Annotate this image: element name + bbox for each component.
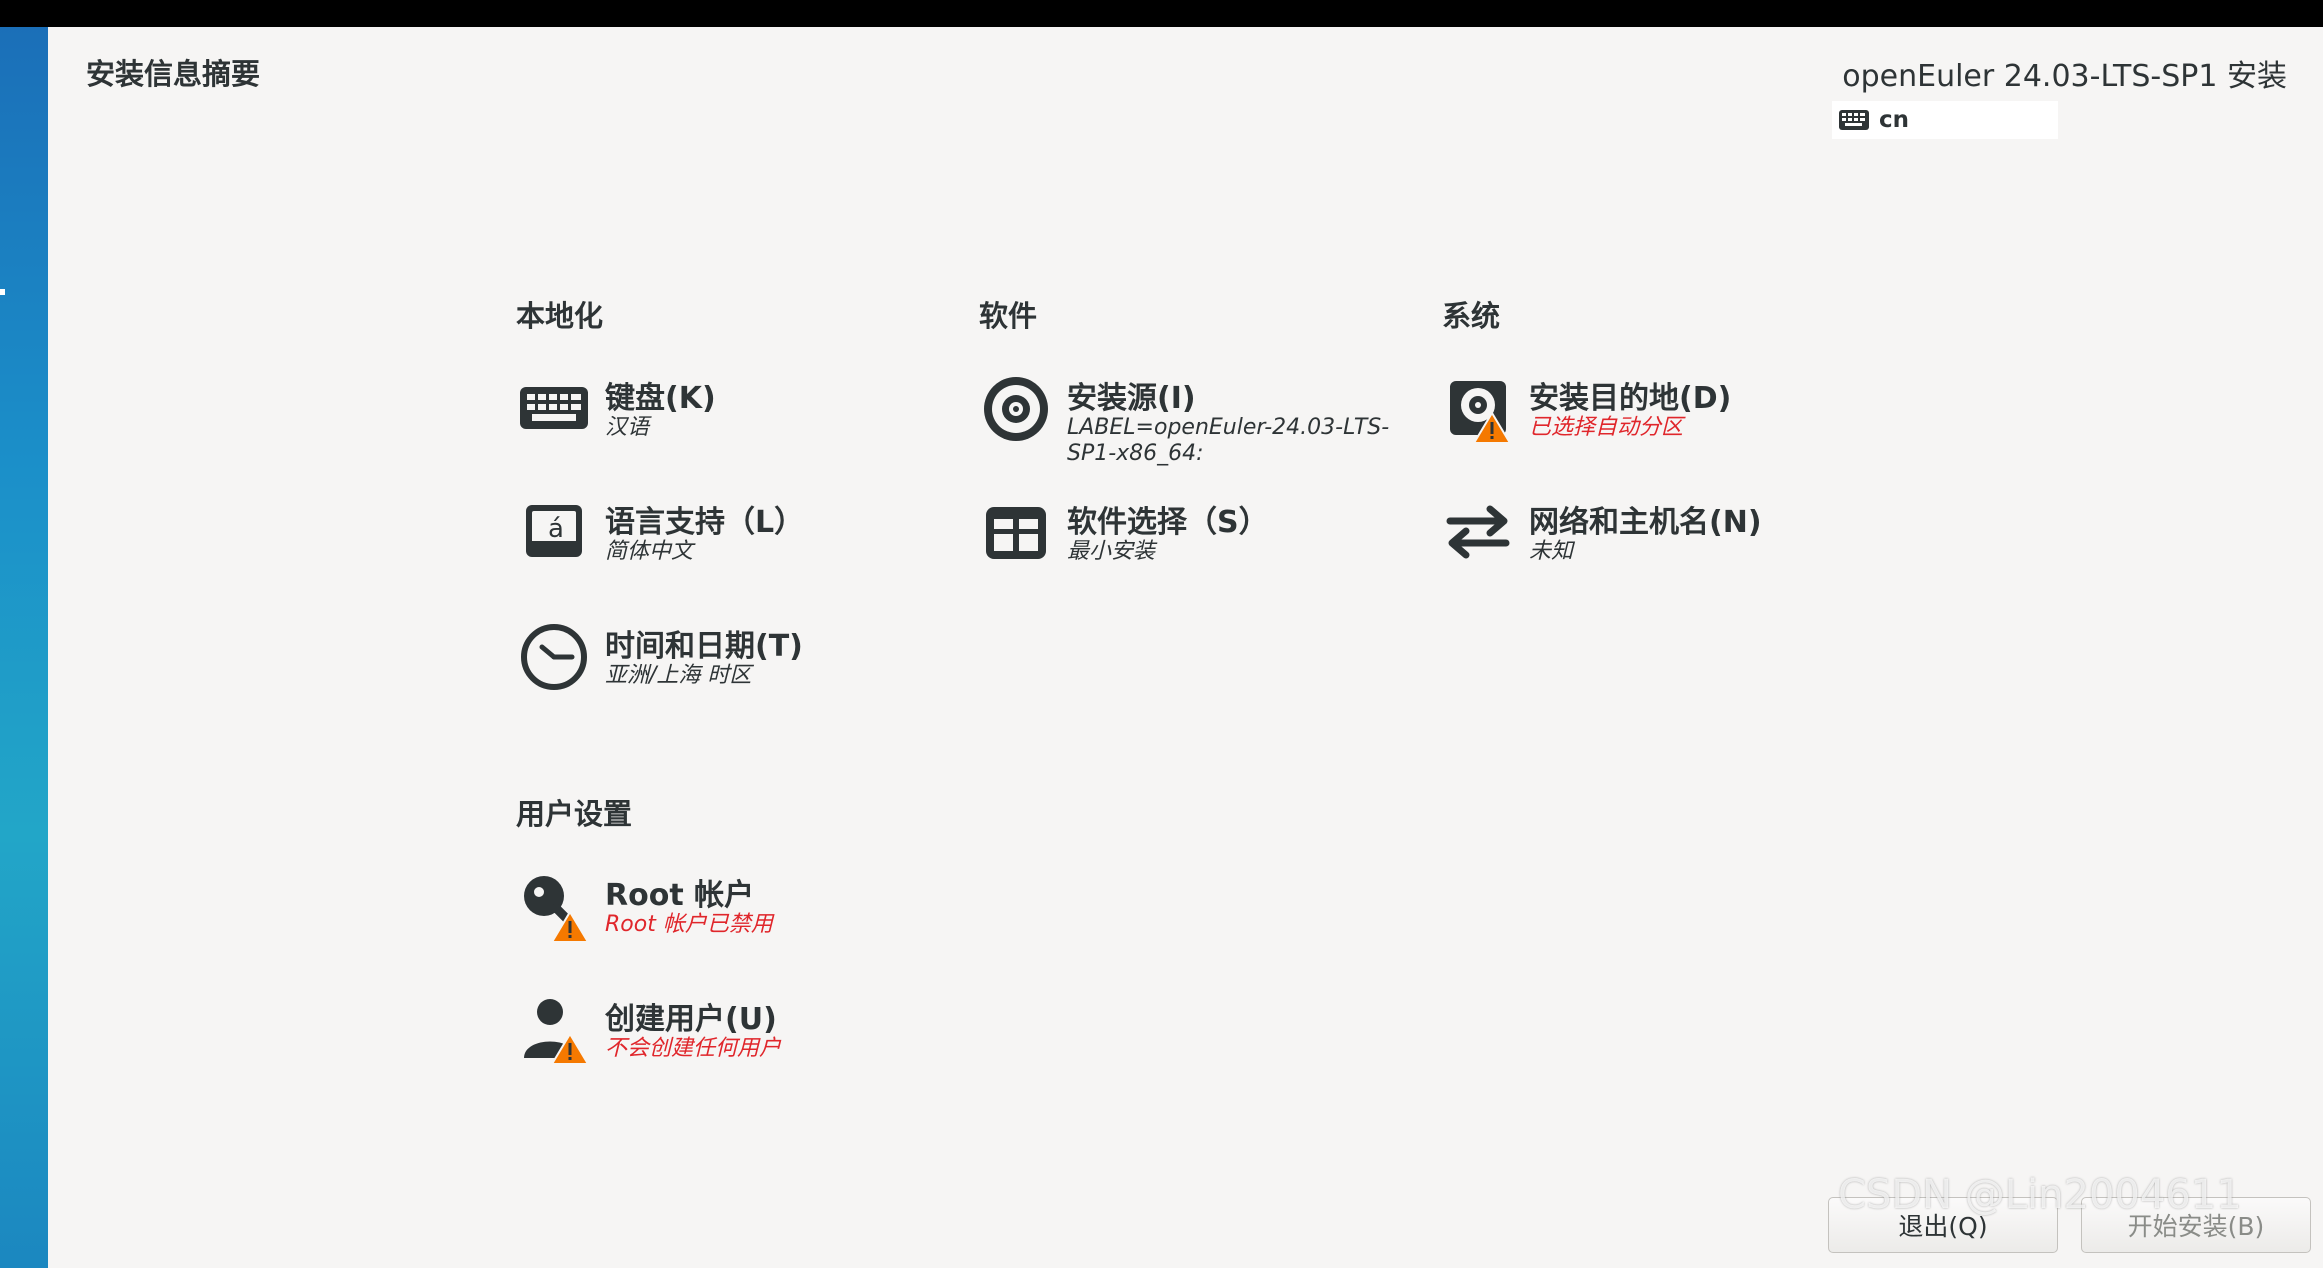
spoke-network-status: 未知 (1529, 539, 1574, 564)
spoke-selection-status: 最小安装 (1067, 539, 1156, 564)
spoke-create-user[interactable]: 创建用户(U) 不会创建任何用户 (514, 988, 914, 1084)
keyboard-icon (520, 387, 588, 429)
user-warning-icon (524, 999, 590, 1065)
spoke-root-status: Root 帐户已禁用 (605, 912, 773, 937)
installer-screen: 安装信息摘要 openEuler 24.03-LTS-SP1 安装 cn 本地化 (0, 0, 2323, 1268)
spoke-destination-title: 安装目的地(D) (1529, 381, 1732, 416)
spoke-time-date[interactable]: 时间和日期(T) 亚洲/上海 时区 (514, 615, 914, 711)
spoke-keyboard-title: 键盘(K) (605, 381, 716, 416)
disc-icon (984, 377, 1048, 441)
spoke-destination-status: 已选择自动分区 (1529, 415, 1684, 440)
page-title: 安装信息摘要 (86, 57, 261, 91)
harddisk-warning-icon (1450, 381, 1512, 444)
keyboard-layout-indicator[interactable]: cn (1832, 101, 2058, 139)
spoke-time-title: 时间和日期(T) (605, 629, 803, 664)
spoke-selection-title: 软件选择（S） (1067, 505, 1269, 540)
spoke-language-title: 语言支持（L） (605, 505, 805, 540)
spoke-network-title: 网络和主机名(N) (1529, 505, 1762, 540)
sidebar (0, 27, 48, 1268)
spoke-create-user-status: 不会创建任何用户 (605, 1036, 782, 1061)
section-software-title: 软件 (979, 299, 1038, 333)
spoke-installation-destination[interactable]: 安装目的地(D) 已选择自动分区 (1438, 367, 1858, 463)
spoke-time-status: 亚洲/上海 时区 (605, 663, 752, 688)
spoke-source-title: 安装源(I) (1067, 381, 1196, 416)
section-localization-title: 本地化 (516, 299, 604, 333)
section-system-title: 系统 (1442, 299, 1501, 333)
root-key-warning-icon (524, 876, 590, 943)
spoke-installation-source[interactable]: 安装源(I) LABEL=openEuler-24.03-LTS-SP1-x86… (976, 367, 1389, 466)
spoke-root-account[interactable]: Root 帐户 Root 帐户已禁用 (514, 864, 914, 960)
watermark: CSDN @Lin2004611 (1838, 1172, 2242, 1218)
clock-icon (521, 624, 587, 690)
package-icon (986, 507, 1046, 559)
spoke-software-selection[interactable]: 软件选择（S） 最小安装 (976, 491, 1376, 587)
spoke-language-status: 简体中文 (605, 539, 694, 564)
spoke-keyboard[interactable]: 键盘(K) 汉语 (514, 367, 914, 463)
keyboard-layout-label: cn (1879, 107, 1910, 133)
spoke-network-hostname[interactable]: 网络和主机名(N) 未知 (1438, 491, 1858, 587)
product-title: openEuler 24.03-LTS-SP1 安装 (1842, 59, 2287, 94)
section-user-title: 用户设置 (516, 797, 633, 831)
spoke-language-support[interactable]: á 语言支持（L） 简体中文 (514, 491, 914, 587)
network-arrows-icon (1446, 505, 1510, 559)
spoke-root-title: Root 帐户 (605, 878, 755, 913)
keyboard-icon (1839, 110, 1869, 130)
language-icon: á (526, 505, 582, 557)
spoke-create-user-title: 创建用户(U) (605, 1002, 777, 1037)
main-panel: 安装信息摘要 openEuler 24.03-LTS-SP1 安装 cn 本地化 (48, 27, 2323, 1268)
spoke-keyboard-status: 汉语 (605, 415, 650, 440)
spoke-source-status: LABEL=openEuler-24.03-LTS-SP1-x86_64: (1067, 415, 1390, 466)
svg-text:á: á (548, 514, 564, 544)
top-bar (0, 0, 2323, 27)
sidebar-mark (0, 289, 5, 295)
